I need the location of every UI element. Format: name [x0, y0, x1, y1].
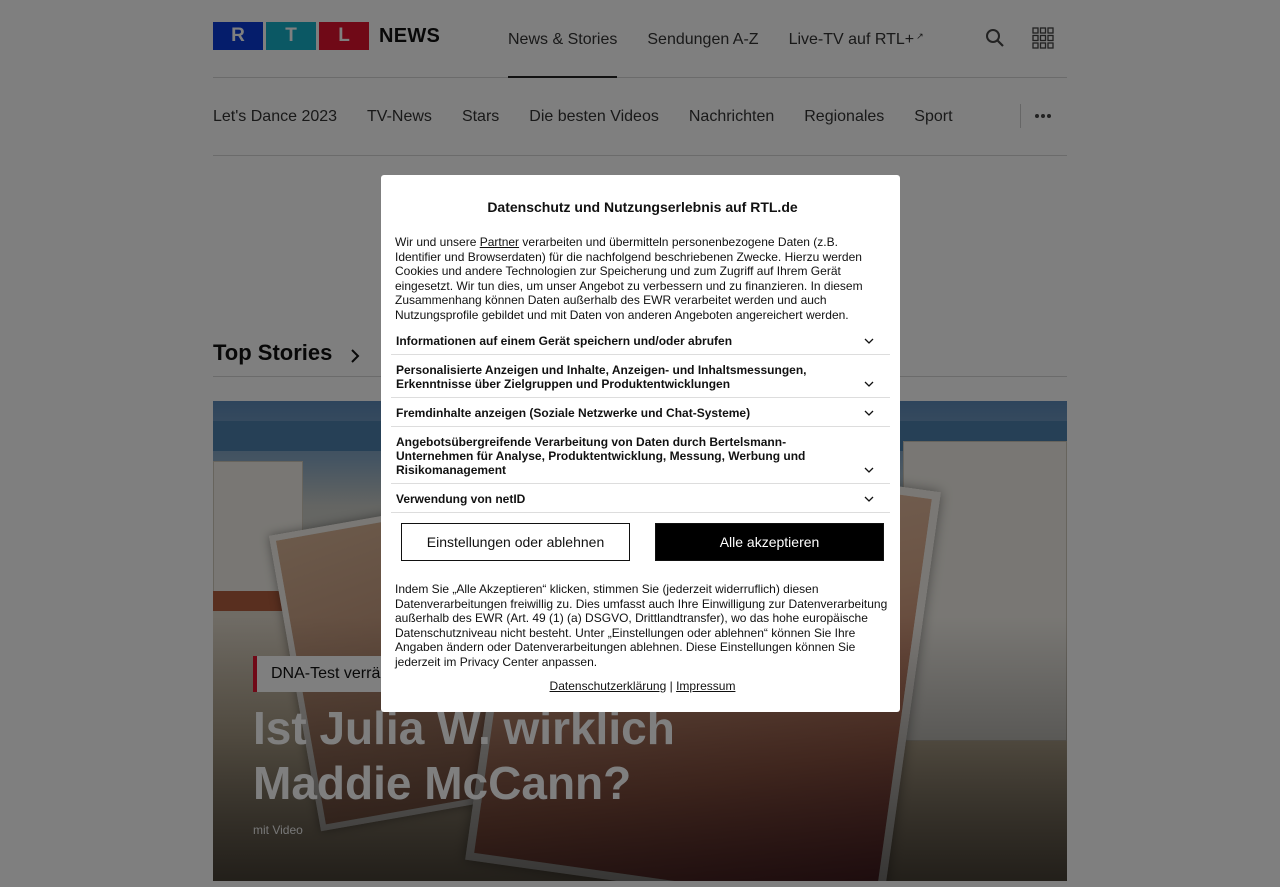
purpose-label: Verwendung von netID — [396, 492, 526, 506]
chevron-down-icon — [864, 381, 874, 387]
chevron-down-icon — [864, 496, 874, 502]
imprint-link[interactable]: Impressum — [676, 679, 735, 693]
purpose-list: Informationen auf einem Gerät speichern … — [391, 326, 890, 513]
purpose-label: Informationen auf einem Gerät speichern … — [396, 334, 733, 348]
consent-buttons: Einstellungen oder ablehnen Alle akzepti… — [395, 523, 890, 561]
consent-dialog: Datenschutz und Nutzungserlebnis auf RTL… — [381, 175, 900, 712]
chevron-down-icon — [864, 467, 874, 473]
chevron-down-icon — [864, 410, 874, 416]
purpose-item[interactable]: Personalisierte Anzeigen und Inhalte, An… — [391, 355, 890, 398]
purpose-item[interactable]: Verwendung von netID — [391, 484, 890, 513]
chevron-down-icon — [864, 338, 874, 344]
purpose-item[interactable]: Fremdinhalte anzeigen (Soziale Netzwerke… — [391, 398, 890, 427]
purpose-item[interactable]: Informationen auf einem Gerät speichern … — [391, 326, 890, 355]
purpose-label: Fremdinhalte anzeigen (Soziale Netzwerke… — [396, 406, 751, 420]
settings-or-reject-button[interactable]: Einstellungen oder ablehnen — [401, 523, 630, 561]
consent-footer: Datenschutzerklärung | Impressum — [395, 679, 890, 693]
privacy-policy-link[interactable]: Datenschutzerklärung — [550, 679, 667, 693]
purpose-item[interactable]: Angebotsübergreifende Verarbeitung von D… — [391, 427, 890, 484]
consent-title: Datenschutz und Nutzungserlebnis auf RTL… — [487, 199, 798, 215]
footer-separator: | — [669, 679, 673, 693]
consent-legal-text: Indem Sie „Alle Akzeptieren“ klicken, st… — [395, 582, 888, 669]
accept-all-button[interactable]: Alle akzeptieren — [655, 523, 884, 561]
intro-text-start: Wir und unsere — [395, 235, 480, 249]
consent-intro: Wir und unsere Partner verarbeiten und ü… — [395, 235, 890, 322]
partner-link[interactable]: Partner — [480, 235, 519, 249]
purpose-label: Angebotsübergreifende Verarbeitung von D… — [396, 435, 806, 477]
purpose-label: Personalisierte Anzeigen und Inhalte, An… — [396, 363, 807, 391]
